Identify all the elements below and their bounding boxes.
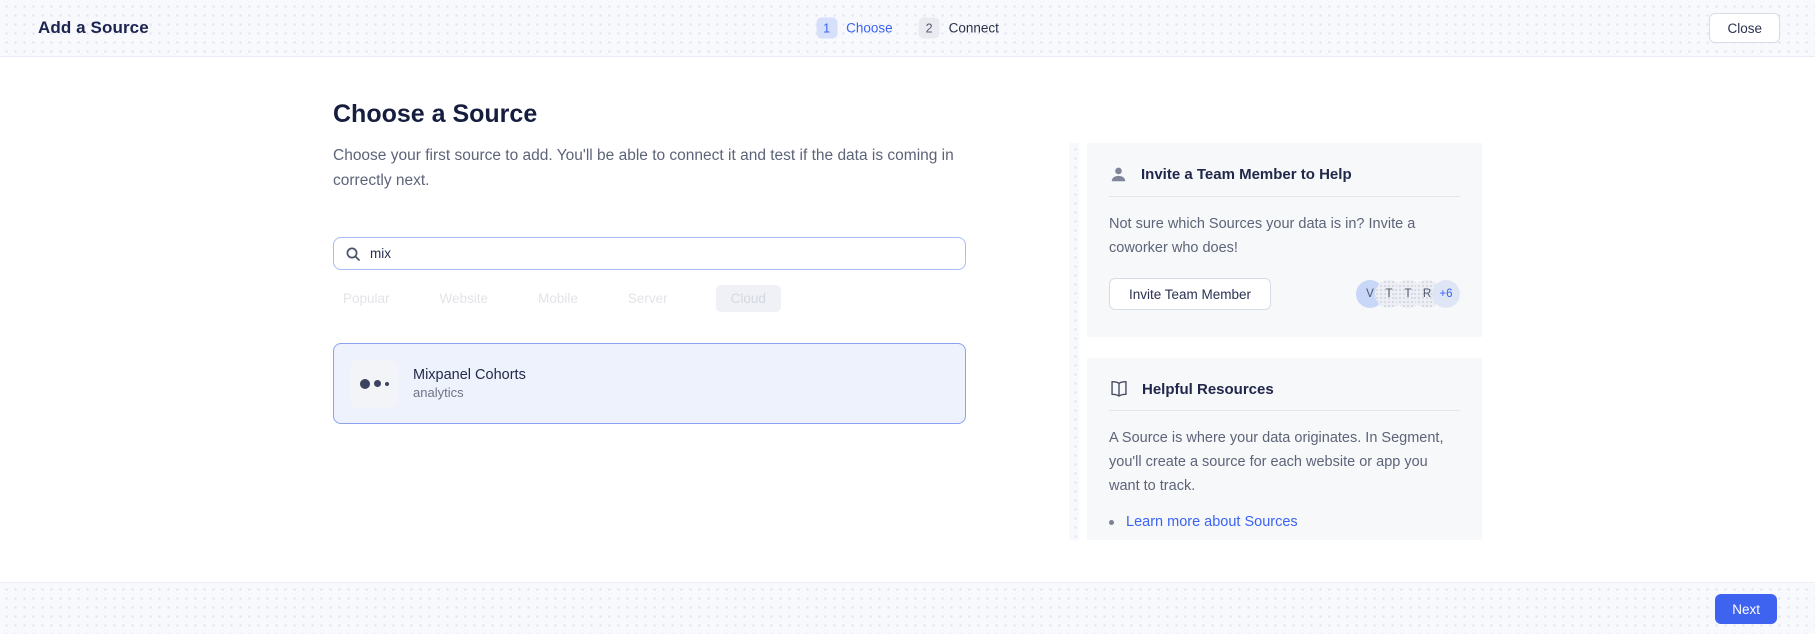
invite-panel-body: Not sure which Sources your data is in? … <box>1109 212 1460 260</box>
step-number-badge: 2 <box>919 18 940 39</box>
panel-gap <box>1087 337 1482 358</box>
invite-panel: Invite a Team Member to Help Not sure wh… <box>1087 143 1482 337</box>
resources-panel-body: A Source is where your data originates. … <box>1109 426 1460 498</box>
modal-footer: Next <box>0 582 1815 634</box>
list-item: Learn more about Sources <box>1109 514 1460 530</box>
tab-popular[interactable]: Popular <box>341 285 392 312</box>
page-description: Choose your first source to add. You'll … <box>333 144 968 193</box>
page-heading: Choose a Source <box>333 100 537 129</box>
tab-website[interactable]: Website <box>438 285 491 312</box>
source-category: analytics <box>413 385 526 400</box>
invite-panel-header: Invite a Team Member to Help <box>1109 163 1460 196</box>
resources-panel: Helpful Resources A Source is where your… <box>1087 358 1482 540</box>
bullet-icon <box>1109 520 1114 525</box>
invite-team-member-button[interactable]: Invite Team Member <box>1109 278 1271 310</box>
invite-row: Invite Team Member V T T R +6 <box>1109 278 1460 310</box>
search-icon <box>345 246 361 262</box>
search-input[interactable] <box>370 238 954 269</box>
source-result-card[interactable]: Mixpanel Cohorts analytics <box>333 343 966 424</box>
tab-mobile[interactable]: Mobile <box>536 285 580 312</box>
next-button[interactable]: Next <box>1715 594 1777 624</box>
learn-more-sources-link[interactable]: Learn more about Sources <box>1126 514 1298 530</box>
close-button[interactable]: Close <box>1709 13 1780 43</box>
tab-server[interactable]: Server <box>626 285 670 312</box>
help-sidebar: Invite a Team Member to Help Not sure wh… <box>1087 143 1482 540</box>
resources-panel-header: Helpful Resources <box>1109 378 1460 410</box>
source-result-text: Mixpanel Cohorts analytics <box>413 367 526 400</box>
step-number-badge: 1 <box>816 18 837 39</box>
person-icon <box>1109 165 1128 184</box>
source-name: Mixpanel Cohorts <box>413 367 526 383</box>
team-avatar-stack: V T T R +6 <box>1356 280 1460 308</box>
resource-links-list: Learn more about Sources <box>1109 514 1460 530</box>
tab-cloud[interactable]: Cloud <box>716 285 781 312</box>
invite-panel-title: Invite a Team Member to Help <box>1141 166 1352 183</box>
mixpanel-logo-icon <box>350 360 398 408</box>
page-title: Add a Source <box>38 18 149 38</box>
sidebar-divider-strip <box>1069 143 1079 540</box>
resources-panel-title: Helpful Resources <box>1142 381 1274 398</box>
modal-header: Add a Source 1 Choose 2 Connect Close <box>0 0 1815 57</box>
divider <box>1109 410 1460 411</box>
stepper: 1 Choose 2 Connect <box>816 18 999 39</box>
step-label: Connect <box>949 21 999 36</box>
divider <box>1109 196 1460 197</box>
book-icon <box>1109 380 1129 398</box>
content-area: Choose a Source Choose your first source… <box>0 57 1815 582</box>
avatar-overflow-count: +6 <box>1432 280 1460 308</box>
step-label: Choose <box>846 21 893 36</box>
step-connect[interactable]: 2 Connect <box>919 18 999 39</box>
source-search-box[interactable] <box>333 237 966 270</box>
category-tabs: Popular Website Mobile Server Cloud <box>341 285 781 312</box>
step-choose[interactable]: 1 Choose <box>816 18 893 39</box>
